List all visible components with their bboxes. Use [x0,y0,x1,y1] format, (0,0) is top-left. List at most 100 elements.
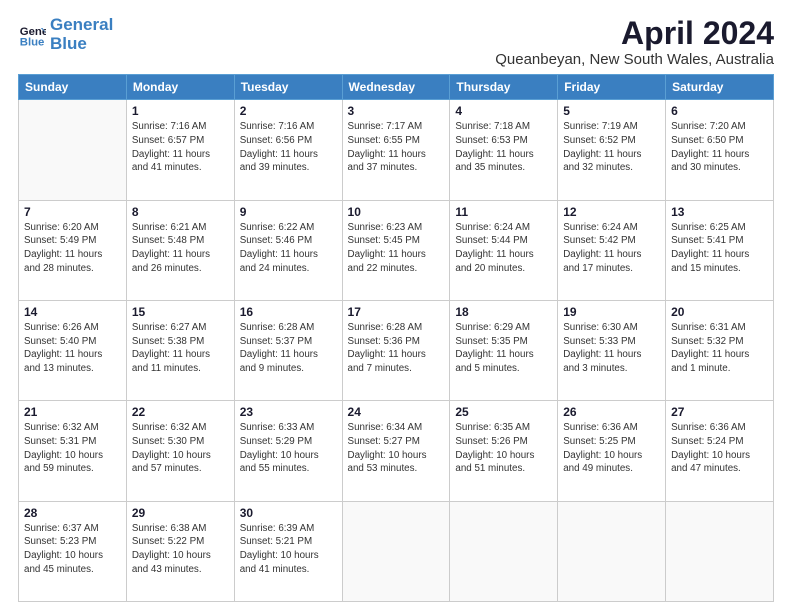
day-number: 25 [455,405,552,419]
svg-text:Blue: Blue [20,36,45,48]
day-number: 21 [24,405,121,419]
day-info: Sunrise: 6:27 AM Sunset: 5:38 PM Dayligh… [132,321,229,376]
day-info: Sunrise: 6:39 AM Sunset: 5:21 PM Dayligh… [240,522,337,577]
day-number: 9 [240,205,337,219]
day-number: 20 [671,305,768,319]
day-info: Sunrise: 6:23 AM Sunset: 5:45 PM Dayligh… [348,221,445,276]
day-number: 23 [240,405,337,419]
day-info: Sunrise: 7:18 AM Sunset: 6:53 PM Dayligh… [455,120,552,175]
logo: General Blue GeneralBlue [18,16,113,53]
day-number: 28 [24,506,121,520]
table-row: 5Sunrise: 7:19 AM Sunset: 6:52 PM Daylig… [558,100,666,200]
day-info: Sunrise: 6:22 AM Sunset: 5:46 PM Dayligh… [240,221,337,276]
col-thursday: Thursday [450,75,558,100]
day-info: Sunrise: 7:17 AM Sunset: 6:55 PM Dayligh… [348,120,445,175]
table-row: 3 Sunrise: 7:17 AM Sunset: 6:55 PM Daylig… [342,100,450,200]
table-row: 10 Sunrise: 6:23 AM Sunset: 5:45 PM Dayli… [342,200,450,300]
day-info: Sunrise: 7:20 AM Sunset: 6:50 PM Dayligh… [671,120,768,175]
day-number: 24 [348,405,445,419]
table-row: 14 Sunrise: 6:26 AM Sunset: 5:40 PM Dayli… [19,300,127,400]
col-saturday: Saturday [666,75,774,100]
table-row: 11 Sunrise: 6:24 AM Sunset: 5:44 PM Dayli… [450,200,558,300]
table-row [558,501,666,601]
day-number: 15 [132,305,229,319]
day-info: Sunrise: 6:34 AM Sunset: 5:27 PM Dayligh… [348,421,445,476]
day-number: 6 [671,104,768,118]
table-row: 25 Sunrise: 6:35 AM Sunset: 5:26 PM Dayli… [450,401,558,501]
table-row: 19Sunrise: 6:30 AM Sunset: 5:33 PM Dayli… [558,300,666,400]
day-number: 14 [24,305,121,319]
table-row: 6 Sunrise: 7:20 AM Sunset: 6:50 PM Daylig… [666,100,774,200]
day-info: Sunrise: 7:16 AM Sunset: 6:56 PM Dayligh… [240,120,337,175]
day-info: Sunrise: 6:30 AM Sunset: 5:33 PM Dayligh… [563,321,660,376]
header: General Blue GeneralBlue April 2024 Quea… [18,16,774,68]
table-row: 12 Sunrise: 6:24 AM Sunset: 5:42 PM Dayli… [558,200,666,300]
table-row: 24 Sunrise: 6:34 AM Sunset: 5:27 PM Dayli… [342,401,450,501]
day-info: Sunrise: 6:21 AM Sunset: 5:48 PM Dayligh… [132,221,229,276]
calendar-header-row: Sunday Monday Tuesday Wednesday Thursday… [19,75,774,100]
day-info: Sunrise: 6:32 AM Sunset: 5:30 PM Dayligh… [132,421,229,476]
day-info: Sunrise: 6:38 AM Sunset: 5:22 PM Dayligh… [132,522,229,577]
col-sunday: Sunday [19,75,127,100]
table-row [19,100,127,200]
table-row: 26Sunrise: 6:36 AM Sunset: 5:25 PM Dayli… [558,401,666,501]
day-number: 7 [24,205,121,219]
page: General Blue GeneralBlue April 2024 Quea… [0,0,792,612]
table-row: 13 Sunrise: 6:25 AM Sunset: 5:41 PM Dayli… [666,200,774,300]
table-row: 18 Sunrise: 6:29 AM Sunset: 5:35 PM Dayli… [450,300,558,400]
table-row: 21Sunrise: 6:32 AM Sunset: 5:31 PM Dayli… [19,401,127,501]
day-info: Sunrise: 6:33 AM Sunset: 5:29 PM Dayligh… [240,421,337,476]
day-number: 22 [132,405,229,419]
day-info: Sunrise: 6:36 AM Sunset: 5:24 PM Dayligh… [671,421,768,476]
day-number: 17 [348,305,445,319]
day-info: Sunrise: 6:24 AM Sunset: 5:42 PM Dayligh… [563,221,660,276]
calendar-title: April 2024 [495,16,774,51]
day-info: Sunrise: 6:35 AM Sunset: 5:26 PM Dayligh… [455,421,552,476]
day-number: 12 [563,205,660,219]
table-row: 4 Sunrise: 7:18 AM Sunset: 6:53 PM Daylig… [450,100,558,200]
day-number: 26 [563,405,660,419]
day-number: 18 [455,305,552,319]
day-info: Sunrise: 6:37 AM Sunset: 5:23 PM Dayligh… [24,522,121,577]
calendar-subtitle: Queanbeyan, New South Wales, Australia [495,51,774,68]
logo-text: GeneralBlue [50,16,113,53]
table-row: 23 Sunrise: 6:33 AM Sunset: 5:29 PM Dayli… [234,401,342,501]
day-info: Sunrise: 6:25 AM Sunset: 5:41 PM Dayligh… [671,221,768,276]
table-row: 28 Sunrise: 6:37 AM Sunset: 5:23 PM Dayli… [19,501,127,601]
day-info: Sunrise: 6:29 AM Sunset: 5:35 PM Dayligh… [455,321,552,376]
col-tuesday: Tuesday [234,75,342,100]
col-friday: Friday [558,75,666,100]
table-row [666,501,774,601]
day-number: 29 [132,506,229,520]
day-number: 11 [455,205,552,219]
table-row: 29 Sunrise: 6:38 AM Sunset: 5:22 PM Dayli… [126,501,234,601]
day-info: Sunrise: 6:26 AM Sunset: 5:40 PM Dayligh… [24,321,121,376]
table-row: 7 Sunrise: 6:20 AM Sunset: 5:49 PM Daylig… [19,200,127,300]
day-number: 30 [240,506,337,520]
table-row [342,501,450,601]
table-row: 22 Sunrise: 6:32 AM Sunset: 5:30 PM Dayli… [126,401,234,501]
day-info: Sunrise: 6:31 AM Sunset: 5:32 PM Dayligh… [671,321,768,376]
day-number: 16 [240,305,337,319]
day-info: Sunrise: 6:28 AM Sunset: 5:36 PM Dayligh… [348,321,445,376]
table-row: 20 Sunrise: 6:31 AM Sunset: 5:32 PM Dayli… [666,300,774,400]
table-row: 17 Sunrise: 6:28 AM Sunset: 5:36 PM Dayli… [342,300,450,400]
table-row [450,501,558,601]
col-wednesday: Wednesday [342,75,450,100]
day-number: 13 [671,205,768,219]
logo-icon: General Blue [18,21,46,49]
day-number: 10 [348,205,445,219]
table-row: 8Sunrise: 6:21 AM Sunset: 5:48 PM Daylig… [126,200,234,300]
table-row: 1Sunrise: 7:16 AM Sunset: 6:57 PM Daylig… [126,100,234,200]
col-monday: Monday [126,75,234,100]
day-number: 27 [671,405,768,419]
day-number: 3 [348,104,445,118]
calendar-table: Sunday Monday Tuesday Wednesday Thursday… [18,74,774,602]
day-number: 4 [455,104,552,118]
table-row: 15 Sunrise: 6:27 AM Sunset: 5:38 PM Dayli… [126,300,234,400]
day-info: Sunrise: 7:19 AM Sunset: 6:52 PM Dayligh… [563,120,660,175]
day-number: 1 [132,104,229,118]
day-info: Sunrise: 6:24 AM Sunset: 5:44 PM Dayligh… [455,221,552,276]
day-info: Sunrise: 6:20 AM Sunset: 5:49 PM Dayligh… [24,221,121,276]
day-info: Sunrise: 6:28 AM Sunset: 5:37 PM Dayligh… [240,321,337,376]
